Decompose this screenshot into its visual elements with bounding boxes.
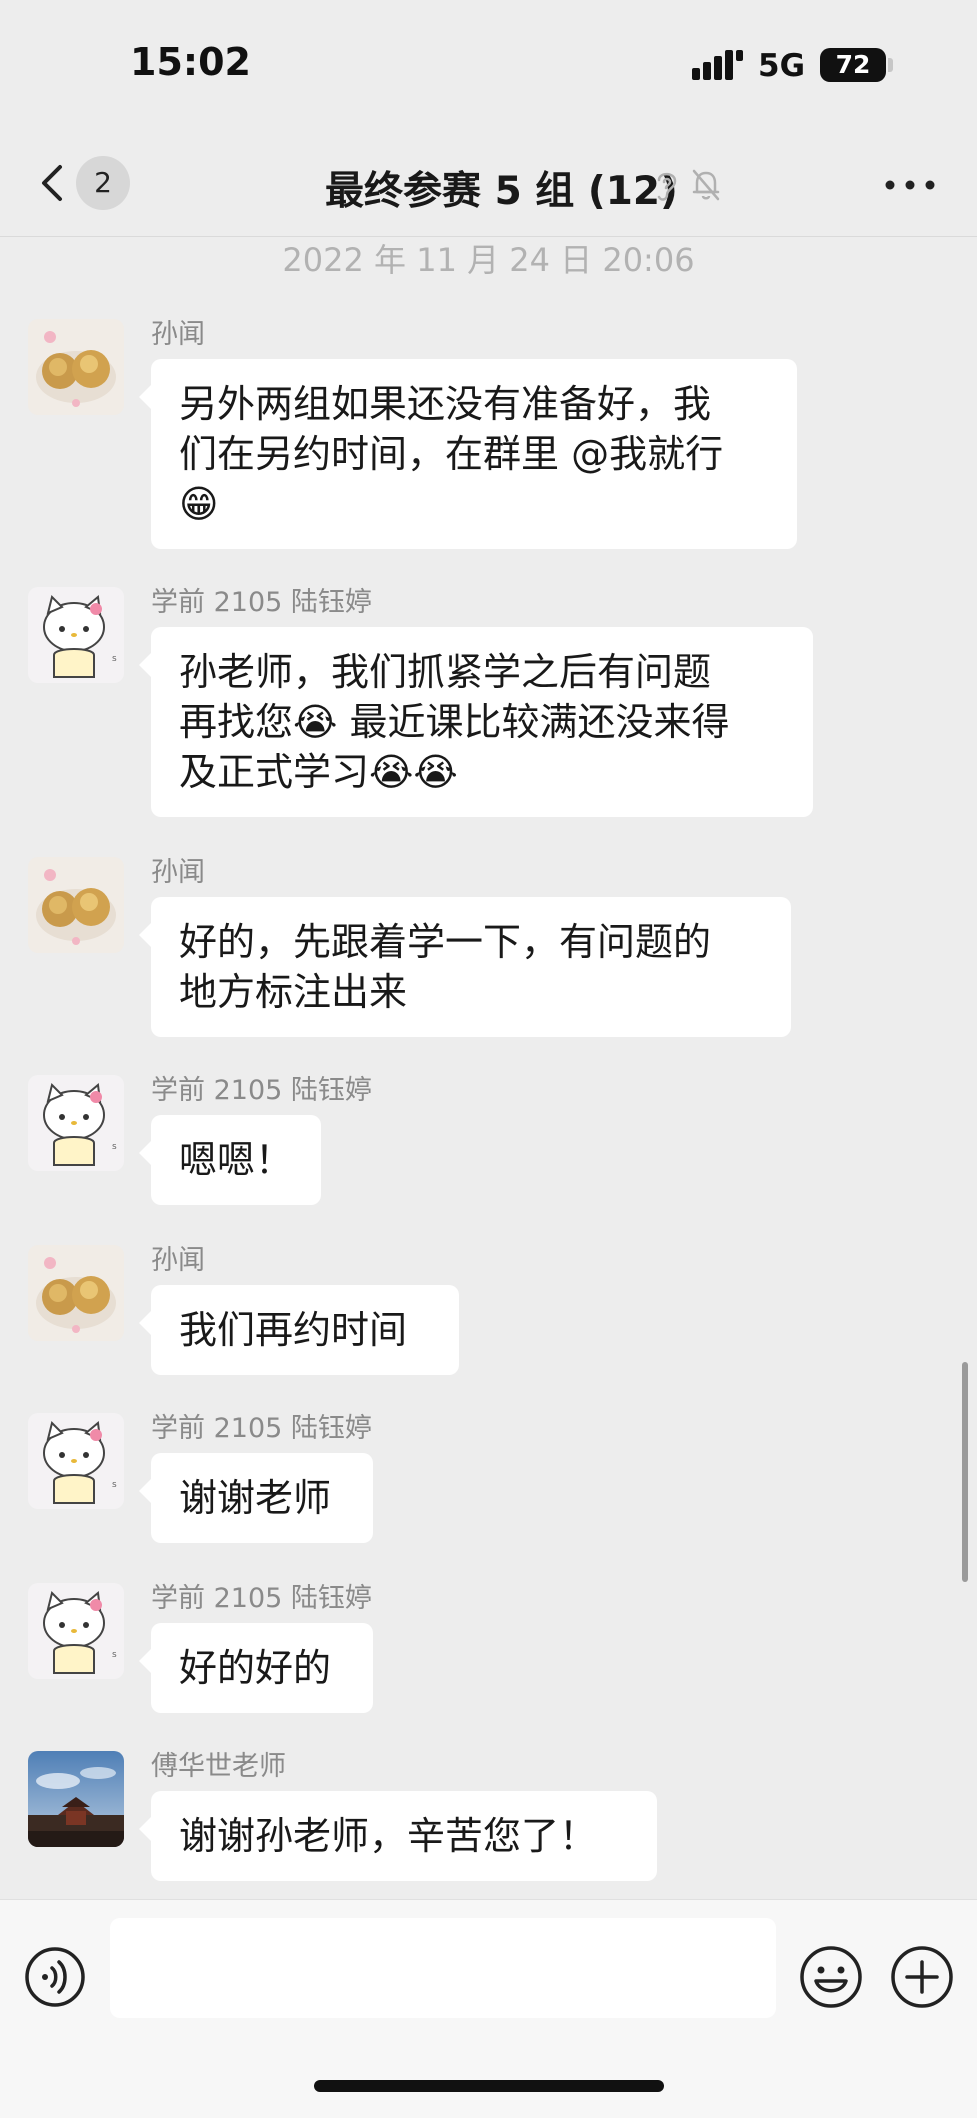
message-input[interactable] (110, 1918, 776, 2018)
bell-muted-icon (692, 169, 720, 201)
message-line: 地方标注出来 (179, 970, 408, 1014)
message-line: 嗯嗯！ (179, 1138, 294, 1182)
svg-text:s: s (112, 1650, 117, 1660)
landscape-avatar[interactable] (28, 1751, 124, 1847)
message-bubble[interactable]: 我们再约时间 (139, 1285, 459, 1375)
message-line: 谢谢孙老师，辛苦您了！ (179, 1814, 598, 1858)
hello-kitty-avatar[interactable]: s (28, 587, 124, 683)
sender-name: 学前 2105 陆钰婷 (151, 1583, 372, 1614)
bread-avatar[interactable] (28, 857, 124, 953)
unread-badge: 2 (76, 156, 130, 210)
nav-bar: 2 最终参赛 5 组 (12) (0, 130, 977, 237)
chat-area[interactable]: 2022 年 11 月 24 日 20:06 孙闻 另外两组如果还没有准备好，我… (0, 237, 977, 1899)
hello-kitty-avatar[interactable]: s (28, 1583, 124, 1679)
bread-avatar[interactable] (28, 1245, 124, 1341)
sender-name: 学前 2105 陆钰婷 (151, 1075, 372, 1106)
message-bubble[interactable]: 谢谢孙老师，辛苦您了！ (139, 1791, 657, 1881)
more-dots-icon[interactable] (880, 170, 940, 200)
voice-icon[interactable] (24, 1946, 86, 2008)
message-bubble[interactable]: 好的，先跟着学一下，有问题的 地方标注出来 (139, 897, 791, 1037)
message-line: 孙老师，我们抓紧学之后有问题 (179, 650, 712, 694)
battery-cap (888, 58, 893, 72)
message-line: 谢谢老师 (179, 1476, 332, 1520)
chat-title: 最终参赛 5 组 (12) (325, 169, 678, 214)
message-bubble[interactable]: 好的好的 (139, 1623, 373, 1713)
message-line: 好的，先跟着学一下，有问题的 (179, 920, 712, 964)
message-line: 及正式学习😭😭 (179, 750, 458, 794)
sender-name: 孙闻 (151, 319, 205, 350)
svg-text:s: s (112, 654, 117, 664)
home-indicator (314, 2080, 664, 2092)
plus-icon[interactable] (889, 1944, 955, 2010)
svg-text:s: s (112, 1142, 117, 1152)
status-time: 15:02 (130, 40, 251, 84)
sender-name: 学前 2105 陆钰婷 (151, 587, 372, 618)
signal-icon (692, 50, 743, 80)
emoji-icon[interactable] (798, 1944, 864, 2010)
message-timestamp: 2022 年 11 月 24 日 20:06 (282, 241, 695, 279)
message-line: 好的好的 (179, 1646, 332, 1690)
message-bubble[interactable]: 另外两组如果还没有准备好，我 们在另约时间，在群里 @我就行 😁 (139, 359, 797, 549)
message-bubble[interactable]: 嗯嗯！ (139, 1115, 321, 1205)
bread-avatar[interactable] (28, 319, 124, 415)
status-bar: 15:02 5G 72 (0, 0, 977, 130)
ear-icon (657, 172, 677, 201)
message-line: 😁 (179, 482, 219, 526)
hello-kitty-avatar[interactable]: s (28, 1413, 124, 1509)
message-bubble[interactable]: 孙老师，我们抓紧学之后有问题 再找您😭 最近课比较满还没来得 及正式学习😭😭 (139, 627, 813, 817)
sender-name: 孙闻 (151, 1245, 205, 1276)
message-line: 们在另约时间，在群里 @我就行 (179, 432, 724, 476)
svg-text:s: s (112, 1480, 117, 1490)
chevron-left-icon (42, 165, 62, 201)
sender-name: 学前 2105 陆钰婷 (151, 1413, 372, 1444)
message-line: 我们再约时间 (179, 1308, 408, 1352)
message-line: 再找您😭 最近课比较满还没来得 (179, 700, 730, 744)
sender-name: 孙闻 (151, 857, 205, 888)
sender-name: 傅华世老师 (151, 1751, 286, 1782)
hello-kitty-avatar[interactable]: s (28, 1075, 124, 1171)
battery-indicator: 72 (820, 48, 886, 82)
scrollbar[interactable] (962, 1362, 968, 1582)
battery-level: 72 (835, 50, 871, 79)
message-bubble[interactable]: 谢谢老师 (139, 1453, 373, 1543)
back-button[interactable]: 2 (30, 156, 140, 212)
network-label: 5G (758, 48, 806, 84)
input-bar (0, 1899, 977, 2118)
message-line: 另外两组如果还没有准备好，我 (179, 382, 712, 426)
